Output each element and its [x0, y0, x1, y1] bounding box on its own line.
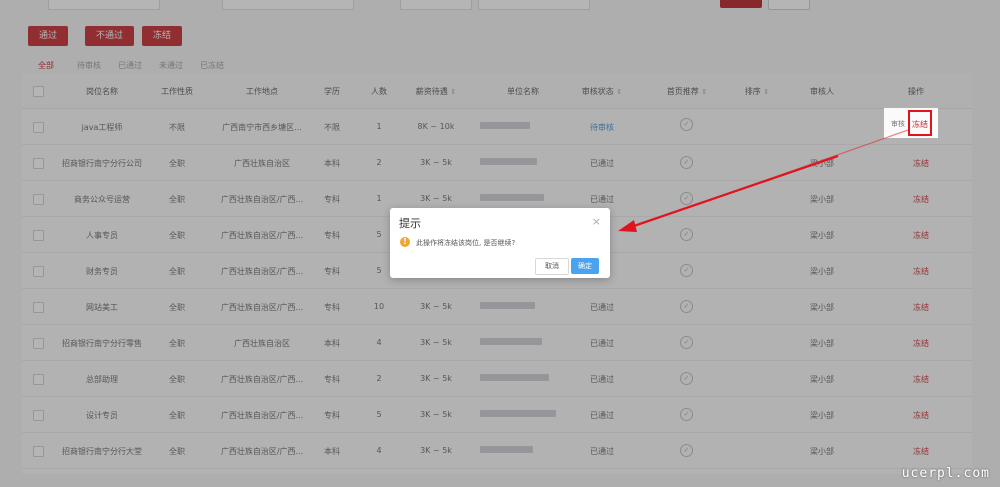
warning-icon: ! — [400, 237, 410, 247]
annotation-box — [908, 110, 932, 136]
cancel-button[interactable]: 取消 — [535, 258, 569, 275]
confirm-button[interactable]: 确定 — [571, 258, 599, 274]
dialog-message: 此操作将冻结该岗位, 是否继续? — [416, 239, 516, 247]
watermark: ucerpl.com — [901, 466, 990, 481]
confirm-dialog: 提示 × ! 此操作将冻结该岗位, 是否继续? 取消 确定 — [390, 208, 610, 278]
close-icon[interactable]: × — [592, 216, 601, 227]
row-review-link[interactable]: 审核 — [891, 119, 905, 129]
dialog-title: 提示 — [399, 217, 421, 230]
